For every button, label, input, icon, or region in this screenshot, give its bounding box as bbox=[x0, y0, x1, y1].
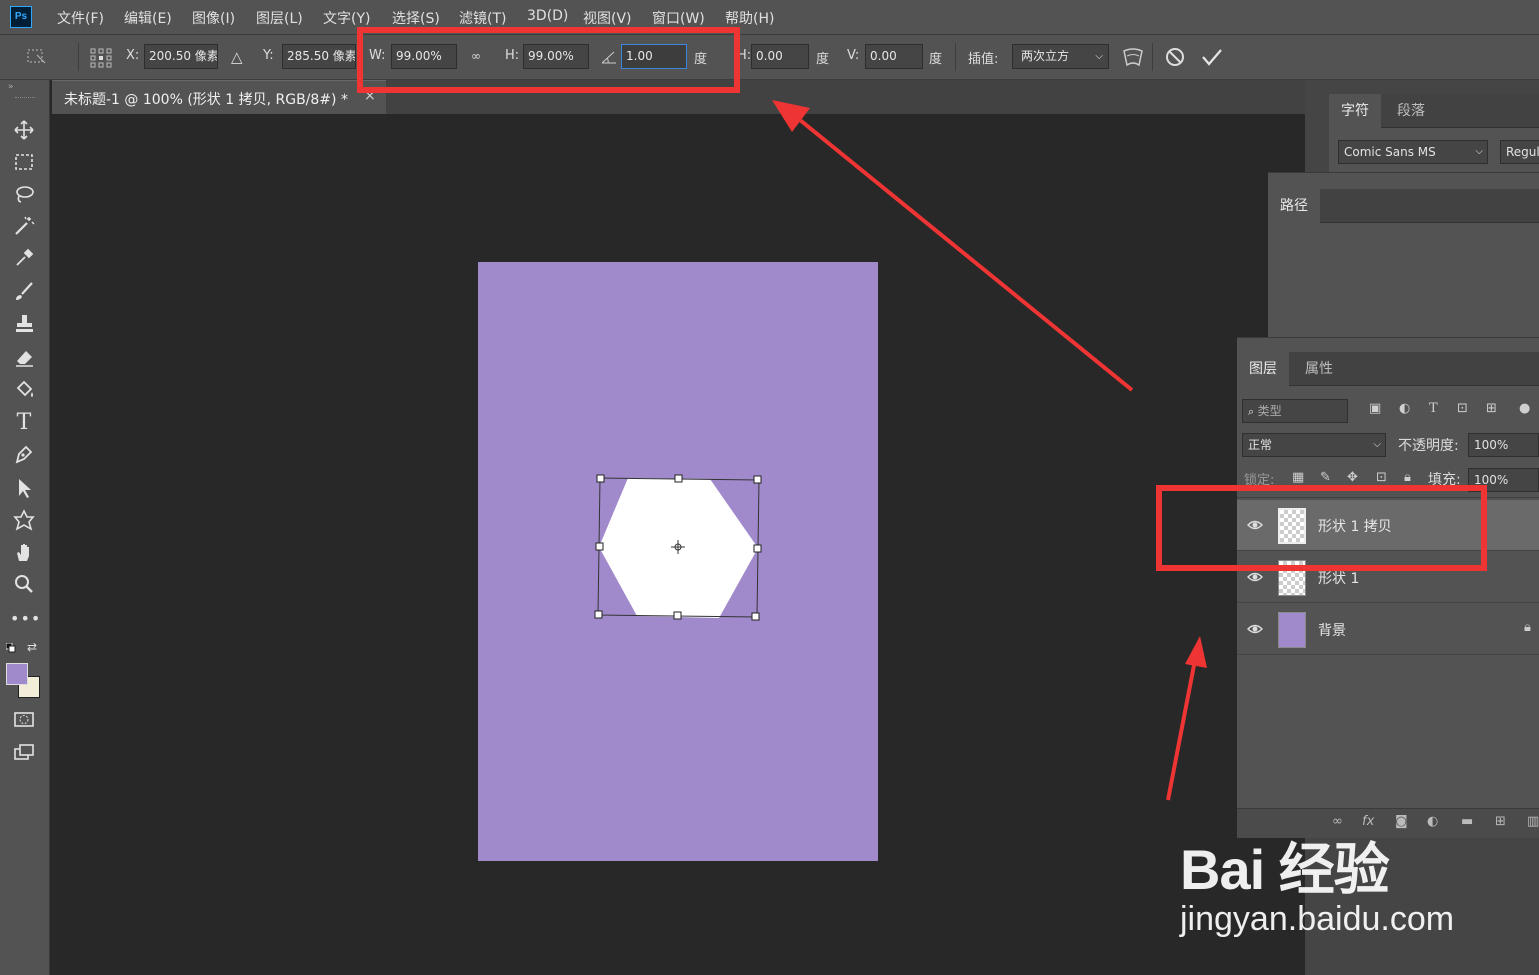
arrow-to-layer bbox=[1166, 659, 1197, 801]
arrow-to-options bbox=[798, 118, 1134, 392]
watermark-logo: Bai 经验 bbox=[1180, 838, 1390, 901]
watermark-url: jingyan.baidu.com bbox=[1180, 900, 1455, 938]
arrow-head-layer bbox=[1185, 636, 1207, 668]
arrow-head-options bbox=[772, 100, 810, 132]
